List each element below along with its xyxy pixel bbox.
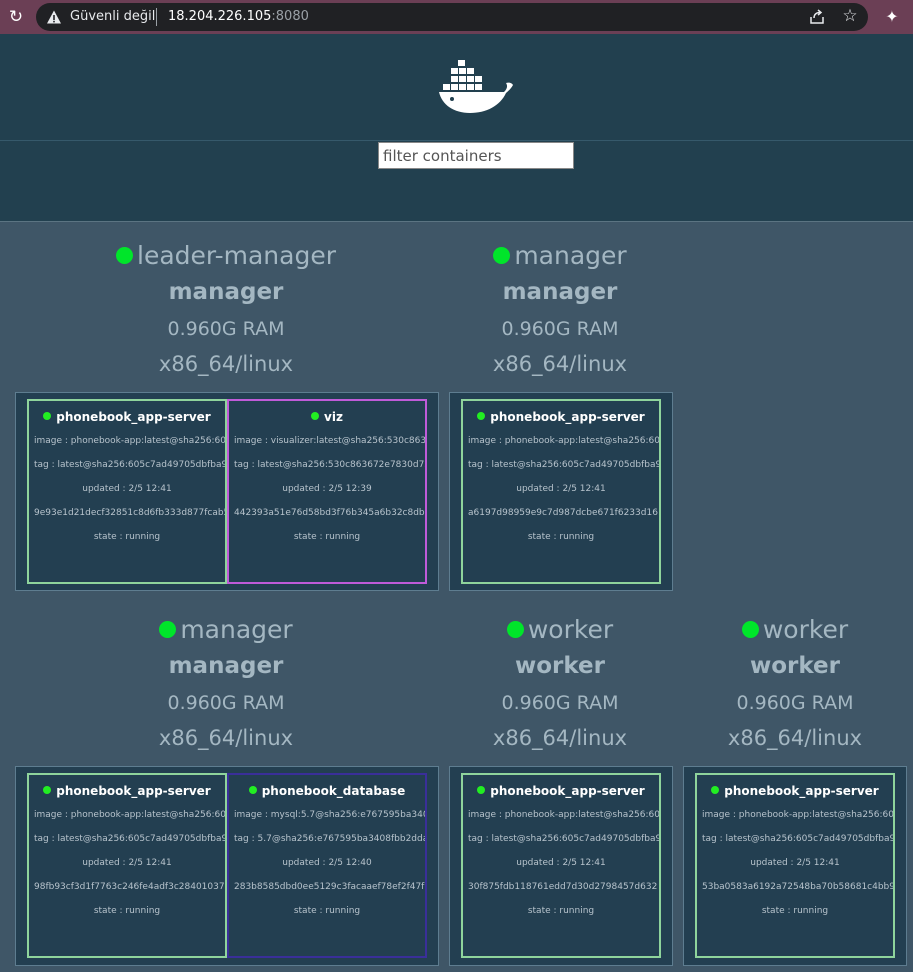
node-role: manager (502, 279, 618, 305)
container-id: a6197d98959e9c7d987dcbe671f6233d16 (468, 508, 658, 518)
security-status-label[interactable]: Güvenli değil (70, 9, 155, 25)
share-icon[interactable] (808, 8, 826, 26)
container-tag: tag : latest@sha256:530c863672e7830d75 (234, 460, 427, 470)
container-state: state : running (293, 906, 361, 916)
container-updated: updated : 2/5 12:41 (82, 484, 172, 494)
container-image: image : mysql:5.7@sha256:e767595ba340 (234, 810, 427, 820)
status-dot (116, 247, 134, 264)
address-bar[interactable]: Güvenli değil 18.204.226.105:8080 ☆ (36, 3, 868, 31)
container-updated: updated : 2/5 12:41 (82, 858, 172, 868)
url-port: :8080 (271, 9, 309, 24)
node-container-box: phonebook_app-server image : phonebook-a… (15, 392, 439, 591)
node-info: worker worker 0.960G RAM x86_64/linux (584, 615, 913, 751)
status-dot (311, 412, 320, 420)
status-dot (741, 621, 759, 638)
node-os: x86_64/linux (727, 726, 863, 750)
divider (156, 8, 157, 26)
container-tag: tag : latest@sha256:605c7ad49705dbfba9 (468, 834, 661, 844)
node-container-box: phonebook_app-server image : phonebook-a… (449, 766, 673, 966)
node-container-box: phonebook_app-server image : phonebook-a… (449, 392, 673, 591)
bookmark-star-icon[interactable]: ☆ (840, 6, 860, 26)
container-name: phonebook_app-server (29, 783, 225, 799)
container-image: image : visualizer:latest@sha256:530c863… (234, 436, 427, 446)
container-state: state : running (93, 532, 161, 542)
node-ram: 0.960G RAM (736, 692, 854, 714)
status-dot (477, 412, 486, 420)
container-tag: tag : latest@sha256:605c7ad49705dbfba9 (468, 460, 661, 470)
container-image: image : phonebook-app:latest@sha256:605c… (468, 436, 660, 446)
container-card[interactable]: phonebook_app-server image : phonebook-a… (461, 773, 661, 958)
status-dot (493, 247, 511, 264)
container-card[interactable]: phonebook_database image : mysql:5.7@sha… (227, 773, 427, 958)
container-tag: tag : 5.7@sha256:e767595ba3408fbb2dda (234, 834, 427, 844)
container-updated: updated : 2/5 12:40 (282, 858, 372, 868)
container-state: state : running (293, 532, 361, 542)
url-host: 18.204.226.105 (168, 9, 272, 24)
container-id: 53ba0583a6192a72548ba70b58681c4bb9 (702, 882, 895, 892)
node-container-box: phonebook_app-server image : phonebook-a… (683, 766, 907, 966)
container-id: 9e93e1d21decf32851c8d6fb333d877fcab5 (34, 508, 227, 518)
node-container-box: phonebook_app-server image : phonebook-a… (15, 766, 439, 966)
container-card[interactable]: phonebook_app-server image : phonebook-a… (695, 773, 895, 958)
container-updated: updated : 2/5 12:41 (516, 484, 606, 494)
container-tag: tag : latest@sha256:605c7ad49705dbfba9 (34, 460, 227, 470)
container-id: 98fb93cf3d1f7763c246fe4adf3c28401037 (34, 882, 225, 892)
page-header (0, 34, 913, 222)
node-role: worker (749, 653, 840, 679)
status-dot (711, 786, 720, 794)
container-state: state : running (761, 906, 829, 916)
container-image: image : phonebook-app:latest@sha256:605c… (34, 436, 226, 446)
container-card[interactable]: phonebook_app-server image : phonebook-a… (27, 773, 227, 958)
container-updated: updated : 2/5 12:41 (516, 858, 606, 868)
browser-toolbar: ↻ Güvenli değil 18.204.226.105:8080 ☆ ✦ (0, 0, 913, 34)
node-info: manager manager 0.960G RAM x86_64/linux (349, 241, 771, 377)
container-name: phonebook_app-server (463, 783, 659, 799)
filter-containers-input[interactable] (378, 142, 574, 169)
container-tag: tag : latest@sha256:605c7ad49705dbfba9 (702, 834, 895, 844)
container-name: phonebook_app-server (463, 409, 659, 425)
node-name: worker (584, 615, 913, 645)
container-id: 30f875fdb118761edd7d30d2798457d632 (468, 882, 658, 892)
reload-icon[interactable]: ↻ (6, 7, 26, 27)
docker-logo-icon (439, 60, 513, 113)
container-id: 283b8585dbd0ee5129c3facaaef78ef2f47f (234, 882, 425, 892)
warning-icon (47, 10, 61, 24)
container-tag: tag : latest@sha256:605c7ad49705dbfba9 (34, 834, 227, 844)
container-name: viz (229, 409, 425, 425)
container-name: phonebook_database (229, 783, 425, 799)
container-state: state : running (527, 906, 595, 916)
container-image: image : phonebook-app:latest@sha256:605c… (468, 810, 660, 820)
container-id: 442393a51e76d58bd3f76b345a6b32c8db (234, 508, 425, 518)
container-card[interactable]: phonebook_app-server image : phonebook-a… (27, 399, 227, 584)
container-updated: updated : 2/5 12:41 (750, 858, 840, 868)
status-dot (477, 786, 486, 794)
node-name: manager (349, 241, 771, 271)
container-name: phonebook_app-server (29, 409, 225, 425)
status-dot (43, 412, 52, 420)
container-card[interactable]: viz image : visualizer:latest@sha256:530… (227, 399, 427, 584)
status-dot (248, 786, 257, 794)
url-text[interactable]: 18.204.226.105:8080 (168, 9, 309, 25)
status-dot (159, 621, 177, 638)
container-image: image : phonebook-app:latest@sha256:605c… (34, 810, 226, 820)
container-image: image : phonebook-app:latest@sha256:605c… (702, 810, 894, 820)
container-state: state : running (527, 532, 595, 542)
extensions-puzzle-icon[interactable]: ✦ (882, 7, 902, 27)
status-dot (43, 786, 52, 794)
container-name: phonebook_app-server (697, 783, 893, 799)
status-dot (506, 621, 524, 638)
container-card[interactable]: phonebook_app-server image : phonebook-a… (461, 399, 661, 584)
container-updated: updated : 2/5 12:39 (282, 484, 372, 494)
container-state: state : running (93, 906, 161, 916)
header-divider (0, 140, 913, 141)
node-os: x86_64/linux (492, 352, 628, 376)
node-ram: 0.960G RAM (501, 318, 619, 340)
